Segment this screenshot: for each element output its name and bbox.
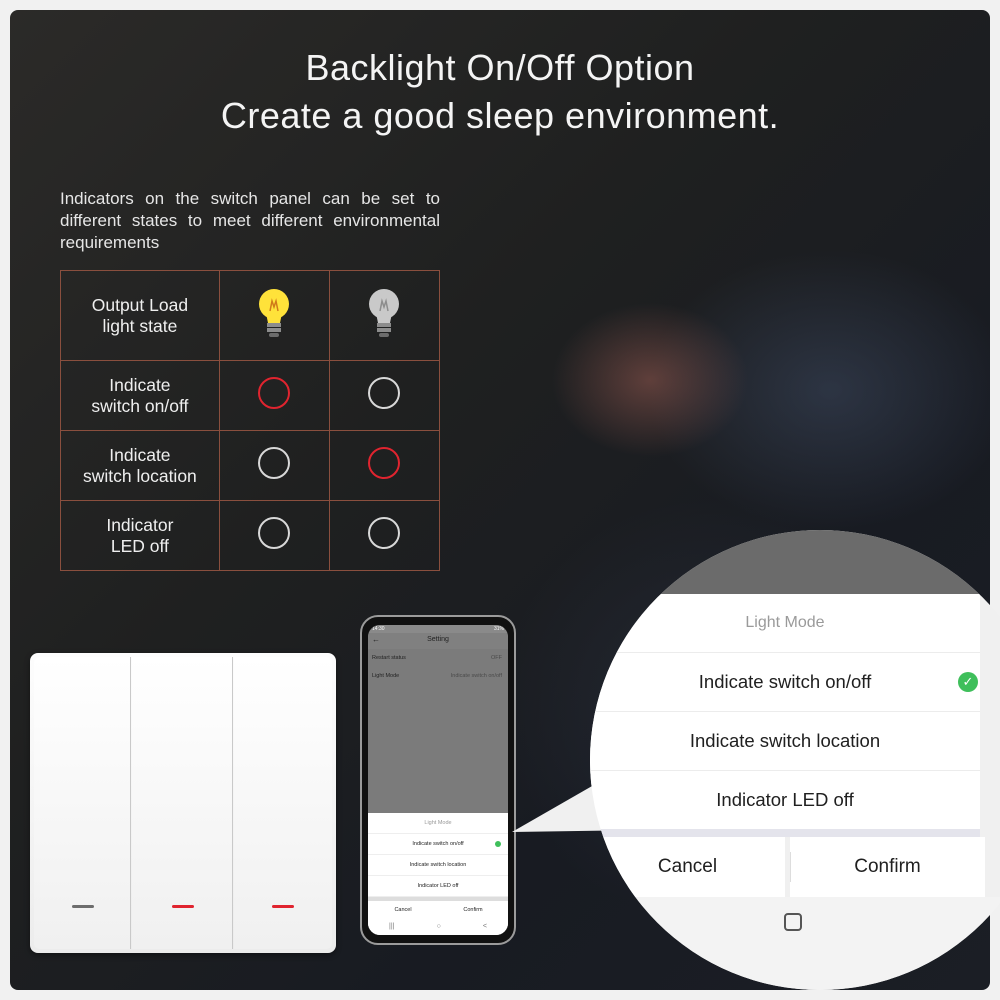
option-indicate-switch-on-off[interactable]: Indicate switch on/off — [590, 653, 980, 712]
bulb-on-icon — [259, 289, 290, 337]
app-header: ← Setting — [368, 633, 508, 649]
white-ring-icon — [368, 377, 401, 409]
button-separator — [790, 852, 791, 882]
cancel-button[interactable]: Cancel — [368, 901, 438, 919]
cancel-button[interactable]: Cancel — [590, 837, 785, 897]
option-indicator-led-off[interactable]: Indicator LED off — [590, 771, 980, 830]
check-icon — [495, 841, 501, 847]
indicator-cell — [328, 500, 441, 571]
setting-row-light-mode[interactable]: Light Mode Indicate switch on/off — [368, 667, 508, 685]
back-icon[interactable]: < — [483, 919, 487, 935]
table-row: Indicate switch location — [60, 430, 441, 501]
option-indicate-switch-location[interactable]: Indicate switch location — [590, 712, 980, 771]
indicator-cell — [218, 360, 330, 431]
bulb-off-cell — [328, 270, 441, 361]
red-ring-icon — [258, 377, 291, 409]
confirm-button[interactable]: Confirm — [438, 901, 508, 919]
indicator-cell — [218, 430, 330, 501]
switch-gang-3[interactable] — [234, 657, 332, 949]
headline-title: Backlight On/Off Option — [305, 47, 695, 88]
sheet-title: Light Mode — [590, 594, 980, 653]
sheet-title: Light Mode — [368, 813, 508, 834]
option-indicate-switch-on-off[interactable]: Indicate switch on/off — [368, 834, 508, 855]
led-indicator-red — [172, 905, 194, 908]
led-indicator-white — [72, 905, 94, 908]
row-label: Output Load light state — [60, 270, 220, 361]
led-indicator-red — [272, 905, 294, 908]
red-ring-icon — [368, 447, 401, 479]
table-row: Output Load light state — [60, 270, 441, 361]
wall-switch-panel — [30, 653, 336, 953]
divider — [590, 829, 980, 837]
row-label: Indicate switch on/off — [60, 360, 220, 431]
description-text: Indicators on the switch panel can be se… — [60, 189, 440, 252]
sheet-buttons: Cancel Confirm — [368, 897, 508, 919]
white-ring-icon — [368, 517, 401, 549]
phone-screen: 14:30 31% ← Setting Restart status OFF Li… — [368, 625, 508, 935]
page-title: Setting — [427, 636, 449, 643]
light-mode-sheet: Light Mode Indicate switch on/off Indica… — [368, 813, 508, 935]
setting-row-restart-status[interactable]: Restart status OFF — [368, 649, 508, 667]
switch-gang-1[interactable] — [34, 657, 131, 949]
row-label: Indicator LED off — [60, 500, 220, 571]
confirm-button[interactable]: Confirm — [790, 837, 985, 897]
nav-bar — [590, 897, 1000, 990]
switch-gang-2[interactable] — [132, 657, 233, 949]
home-square-icon[interactable] — [784, 913, 802, 931]
indicator-cell — [328, 430, 441, 501]
smartphone: 14:30 31% ← Setting Restart status OFF Li… — [360, 615, 516, 945]
home-icon[interactable]: ○ — [437, 919, 441, 935]
table-row: Indicator LED off — [60, 500, 441, 571]
magnified-light-mode-panel: Light Mode Indicate switch on/off ✓ Indi… — [590, 530, 1000, 990]
bulb-off-icon — [369, 289, 400, 337]
bulb-on-cell — [218, 270, 330, 361]
white-ring-icon — [258, 517, 291, 549]
option-indicate-switch-location[interactable]: Indicate switch location — [368, 855, 508, 876]
table-row: Indicate switch on/off — [60, 360, 441, 431]
android-nav-bar: ||| ○ < — [368, 919, 508, 935]
option-indicator-led-off[interactable]: Indicator LED off — [368, 876, 508, 897]
indicator-cell — [328, 360, 441, 431]
status-bar: 14:30 31% — [368, 625, 508, 633]
headline-subtitle: Create a good sleep environment. — [220, 95, 780, 136]
white-ring-icon — [258, 447, 291, 479]
indicator-state-table: Output Load light state Indicate switch … — [60, 270, 441, 571]
indicator-cell — [218, 500, 330, 571]
row-label: Indicate switch location — [60, 430, 220, 501]
dimmed-backdrop — [590, 530, 1000, 594]
check-icon: ✓ — [958, 672, 978, 692]
recents-icon[interactable]: ||| — [389, 919, 394, 935]
